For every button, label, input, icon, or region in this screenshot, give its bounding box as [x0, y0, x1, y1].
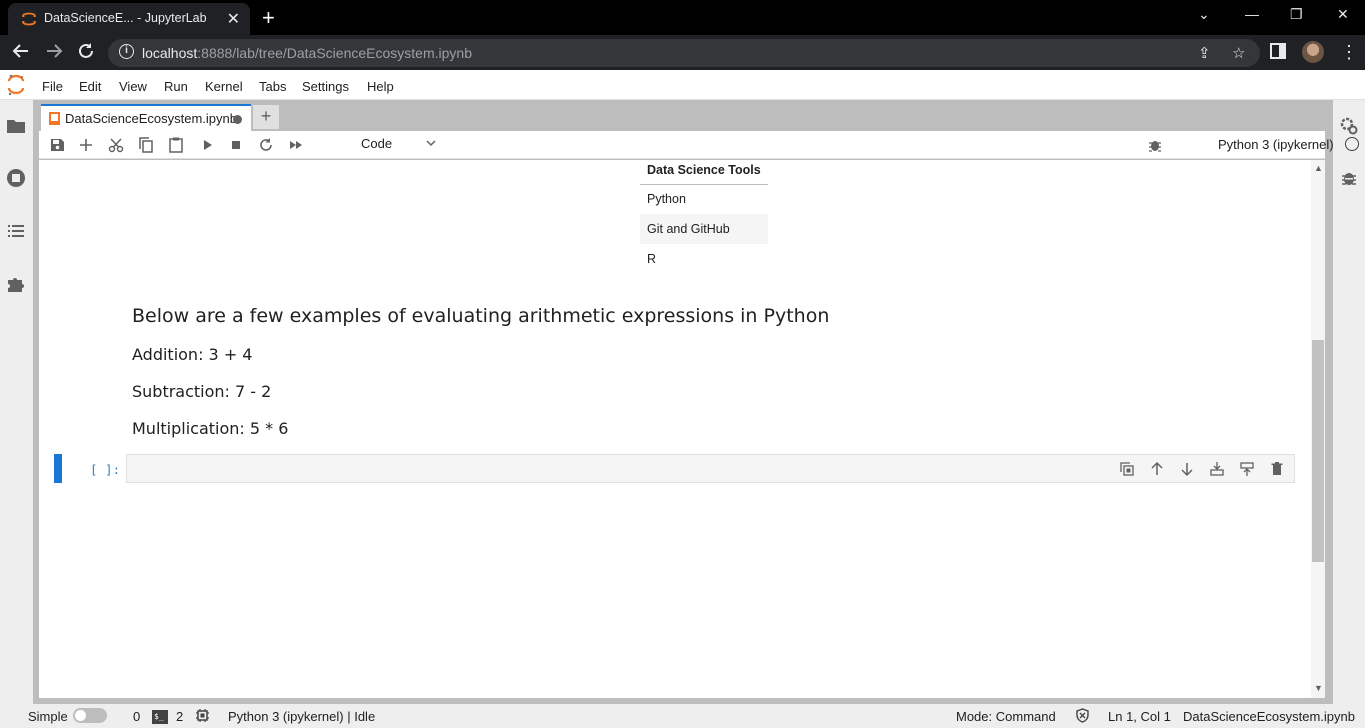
kernel-name-button[interactable]: Python 3 (ipykernel) — [1218, 137, 1334, 152]
notebook-tab-label: DataScienceEcosystem.ipynb — [65, 111, 237, 126]
minimize-icon[interactable]: — — [1245, 6, 1259, 22]
insert-cell-below-icon[interactable] — [1239, 461, 1255, 477]
menu-file[interactable]: File — [42, 79, 63, 94]
folder-icon[interactable] — [6, 116, 26, 136]
running-kernels-icon[interactable] — [6, 168, 26, 188]
restart-run-all-icon[interactable] — [287, 136, 305, 154]
markdown-line: Subtraction: 7 - 2 — [132, 382, 272, 401]
kernel-chip-icon[interactable] — [195, 708, 210, 723]
markdown-line: Addition: 3 + 4 — [132, 345, 253, 364]
back-arrow-icon[interactable] — [12, 42, 30, 60]
terminal-icon[interactable]: $_ — [152, 710, 168, 724]
jupyter-favicon-icon — [21, 11, 37, 27]
extension-puzzle-icon[interactable] — [6, 274, 26, 294]
menu-help[interactable]: Help — [367, 79, 394, 94]
profile-avatar[interactable] — [1302, 41, 1324, 63]
left-sidebar — [0, 100, 33, 704]
markdown-heading: Below are a few examples of evaluating a… — [132, 305, 830, 327]
restart-kernel-icon[interactable] — [257, 136, 275, 154]
kernel-status-idle-icon — [1345, 137, 1359, 151]
markdown-line: Multiplication: 5 * 6 — [132, 419, 289, 438]
data-science-tools-table: Data Science Tools Python Git and GitHub… — [640, 156, 768, 274]
address-bar[interactable]: i localhost:8888/lab/tree/DataScienceEco… — [108, 39, 1260, 67]
side-panel-icon[interactable] — [1270, 43, 1286, 59]
move-cell-down-icon[interactable] — [1179, 461, 1195, 477]
insert-cell-above-icon[interactable] — [1209, 461, 1225, 477]
debugger-bug-icon[interactable] — [1339, 168, 1359, 188]
cell-type-select[interactable]: Code — [361, 136, 392, 151]
close-window-icon[interactable]: ✕ — [1337, 6, 1349, 23]
simple-mode-label: Simple — [28, 709, 68, 724]
restore-icon[interactable]: ❐ — [1290, 6, 1303, 23]
menu-kernel[interactable]: Kernel — [205, 79, 243, 94]
bookmark-star-icon[interactable]: ☆ — [1232, 44, 1245, 62]
scrollbar-thumb[interactable] — [1312, 340, 1324, 562]
menu-bar: File Edit View Run Kernel Tabs Settings … — [0, 70, 1365, 100]
run-cell-icon[interactable] — [198, 136, 216, 154]
table-header: Data Science Tools — [640, 156, 768, 185]
notebook-file-icon — [49, 112, 60, 125]
site-info-icon[interactable]: i — [119, 44, 134, 59]
table-cell: Git and GitHub — [640, 214, 768, 244]
menu-tabs[interactable]: Tabs — [259, 79, 286, 94]
interrupt-kernel-icon[interactable] — [227, 136, 245, 154]
share-icon[interactable]: ⇪ — [1198, 44, 1211, 62]
menu-settings[interactable]: Settings — [302, 79, 349, 94]
kernel-status-text[interactable]: Python 3 (ipykernel) | Idle — [228, 709, 375, 724]
jupyter-logo-icon — [7, 73, 25, 97]
table-of-contents-icon[interactable] — [6, 221, 26, 241]
notebook-tab[interactable]: DataScienceEcosystem.ipynb — [41, 104, 251, 131]
chevron-down-icon[interactable] — [425, 137, 437, 149]
active-cell-indicator — [54, 454, 62, 483]
move-cell-up-icon[interactable] — [1149, 461, 1165, 477]
menu-view[interactable]: View — [119, 79, 147, 94]
new-tab-icon[interactable]: + — [262, 5, 275, 31]
browser-title-bar: DataScienceE... - JupyterLab ✕ + ⌄ — ❐ ✕ — [0, 0, 1365, 35]
notebook-mode-text[interactable]: Mode: Command — [956, 709, 1056, 724]
delete-cell-icon[interactable] — [1269, 461, 1285, 477]
status-filename: DataScienceEcosystem.ipynb — [1183, 709, 1355, 724]
cut-icon[interactable] — [107, 136, 125, 154]
notebook-toolbar: Code Python 3 (ipykernel) — [39, 131, 1359, 159]
save-icon[interactable] — [48, 136, 66, 154]
menu-run[interactable]: Run — [164, 79, 188, 94]
terminal-count: 0 — [133, 709, 141, 724]
more-menu-icon[interactable]: ⋮ — [1340, 42, 1358, 63]
copy-icon[interactable] — [137, 136, 155, 154]
debugger-bug-icon[interactable] — [1146, 136, 1164, 154]
code-cell-input[interactable] — [126, 454, 1295, 483]
simple-mode-toggle[interactable] — [73, 708, 107, 723]
table-cell: Python — [647, 192, 686, 207]
add-launcher-button[interactable]: + — [253, 105, 279, 129]
close-tab-icon[interactable]: ✕ — [227, 9, 240, 29]
chevron-down-icon[interactable]: ⌄ — [1198, 6, 1210, 23]
trust-shield-icon[interactable] — [1075, 708, 1090, 723]
browser-tab-title: DataScienceE... - JupyterLab — [44, 11, 207, 25]
cell-prompt: [ ]: — [90, 462, 121, 477]
browser-toolbar: i localhost:8888/lab/tree/DataScienceEco… — [0, 35, 1365, 70]
status-bar: Simple 0 $_ 2 Python 3 (ipykernel) | Idl… — [0, 704, 1365, 728]
kernel-count: 2 — [176, 709, 184, 724]
property-inspector-gear-icon[interactable] — [1339, 116, 1359, 136]
right-sidebar — [1333, 100, 1365, 704]
insert-cell-icon[interactable] — [77, 136, 95, 154]
reload-icon[interactable] — [77, 42, 95, 60]
scroll-down-icon[interactable]: ▼ — [1314, 683, 1323, 693]
browser-tab[interactable]: DataScienceE... - JupyterLab ✕ — [8, 3, 250, 35]
url-text[interactable]: localhost:8888/lab/tree/DataScienceEcosy… — [142, 45, 472, 61]
paste-icon[interactable] — [167, 136, 185, 154]
unsaved-dot-icon[interactable] — [233, 115, 242, 124]
cursor-position-text[interactable]: Ln 1, Col 1 — [1108, 709, 1171, 724]
menu-edit[interactable]: Edit — [79, 79, 101, 94]
forward-arrow-icon[interactable] — [45, 42, 63, 60]
duplicate-cell-icon[interactable] — [1119, 461, 1135, 477]
scroll-up-icon[interactable]: ▲ — [1314, 163, 1323, 173]
table-cell: R — [647, 252, 657, 266]
